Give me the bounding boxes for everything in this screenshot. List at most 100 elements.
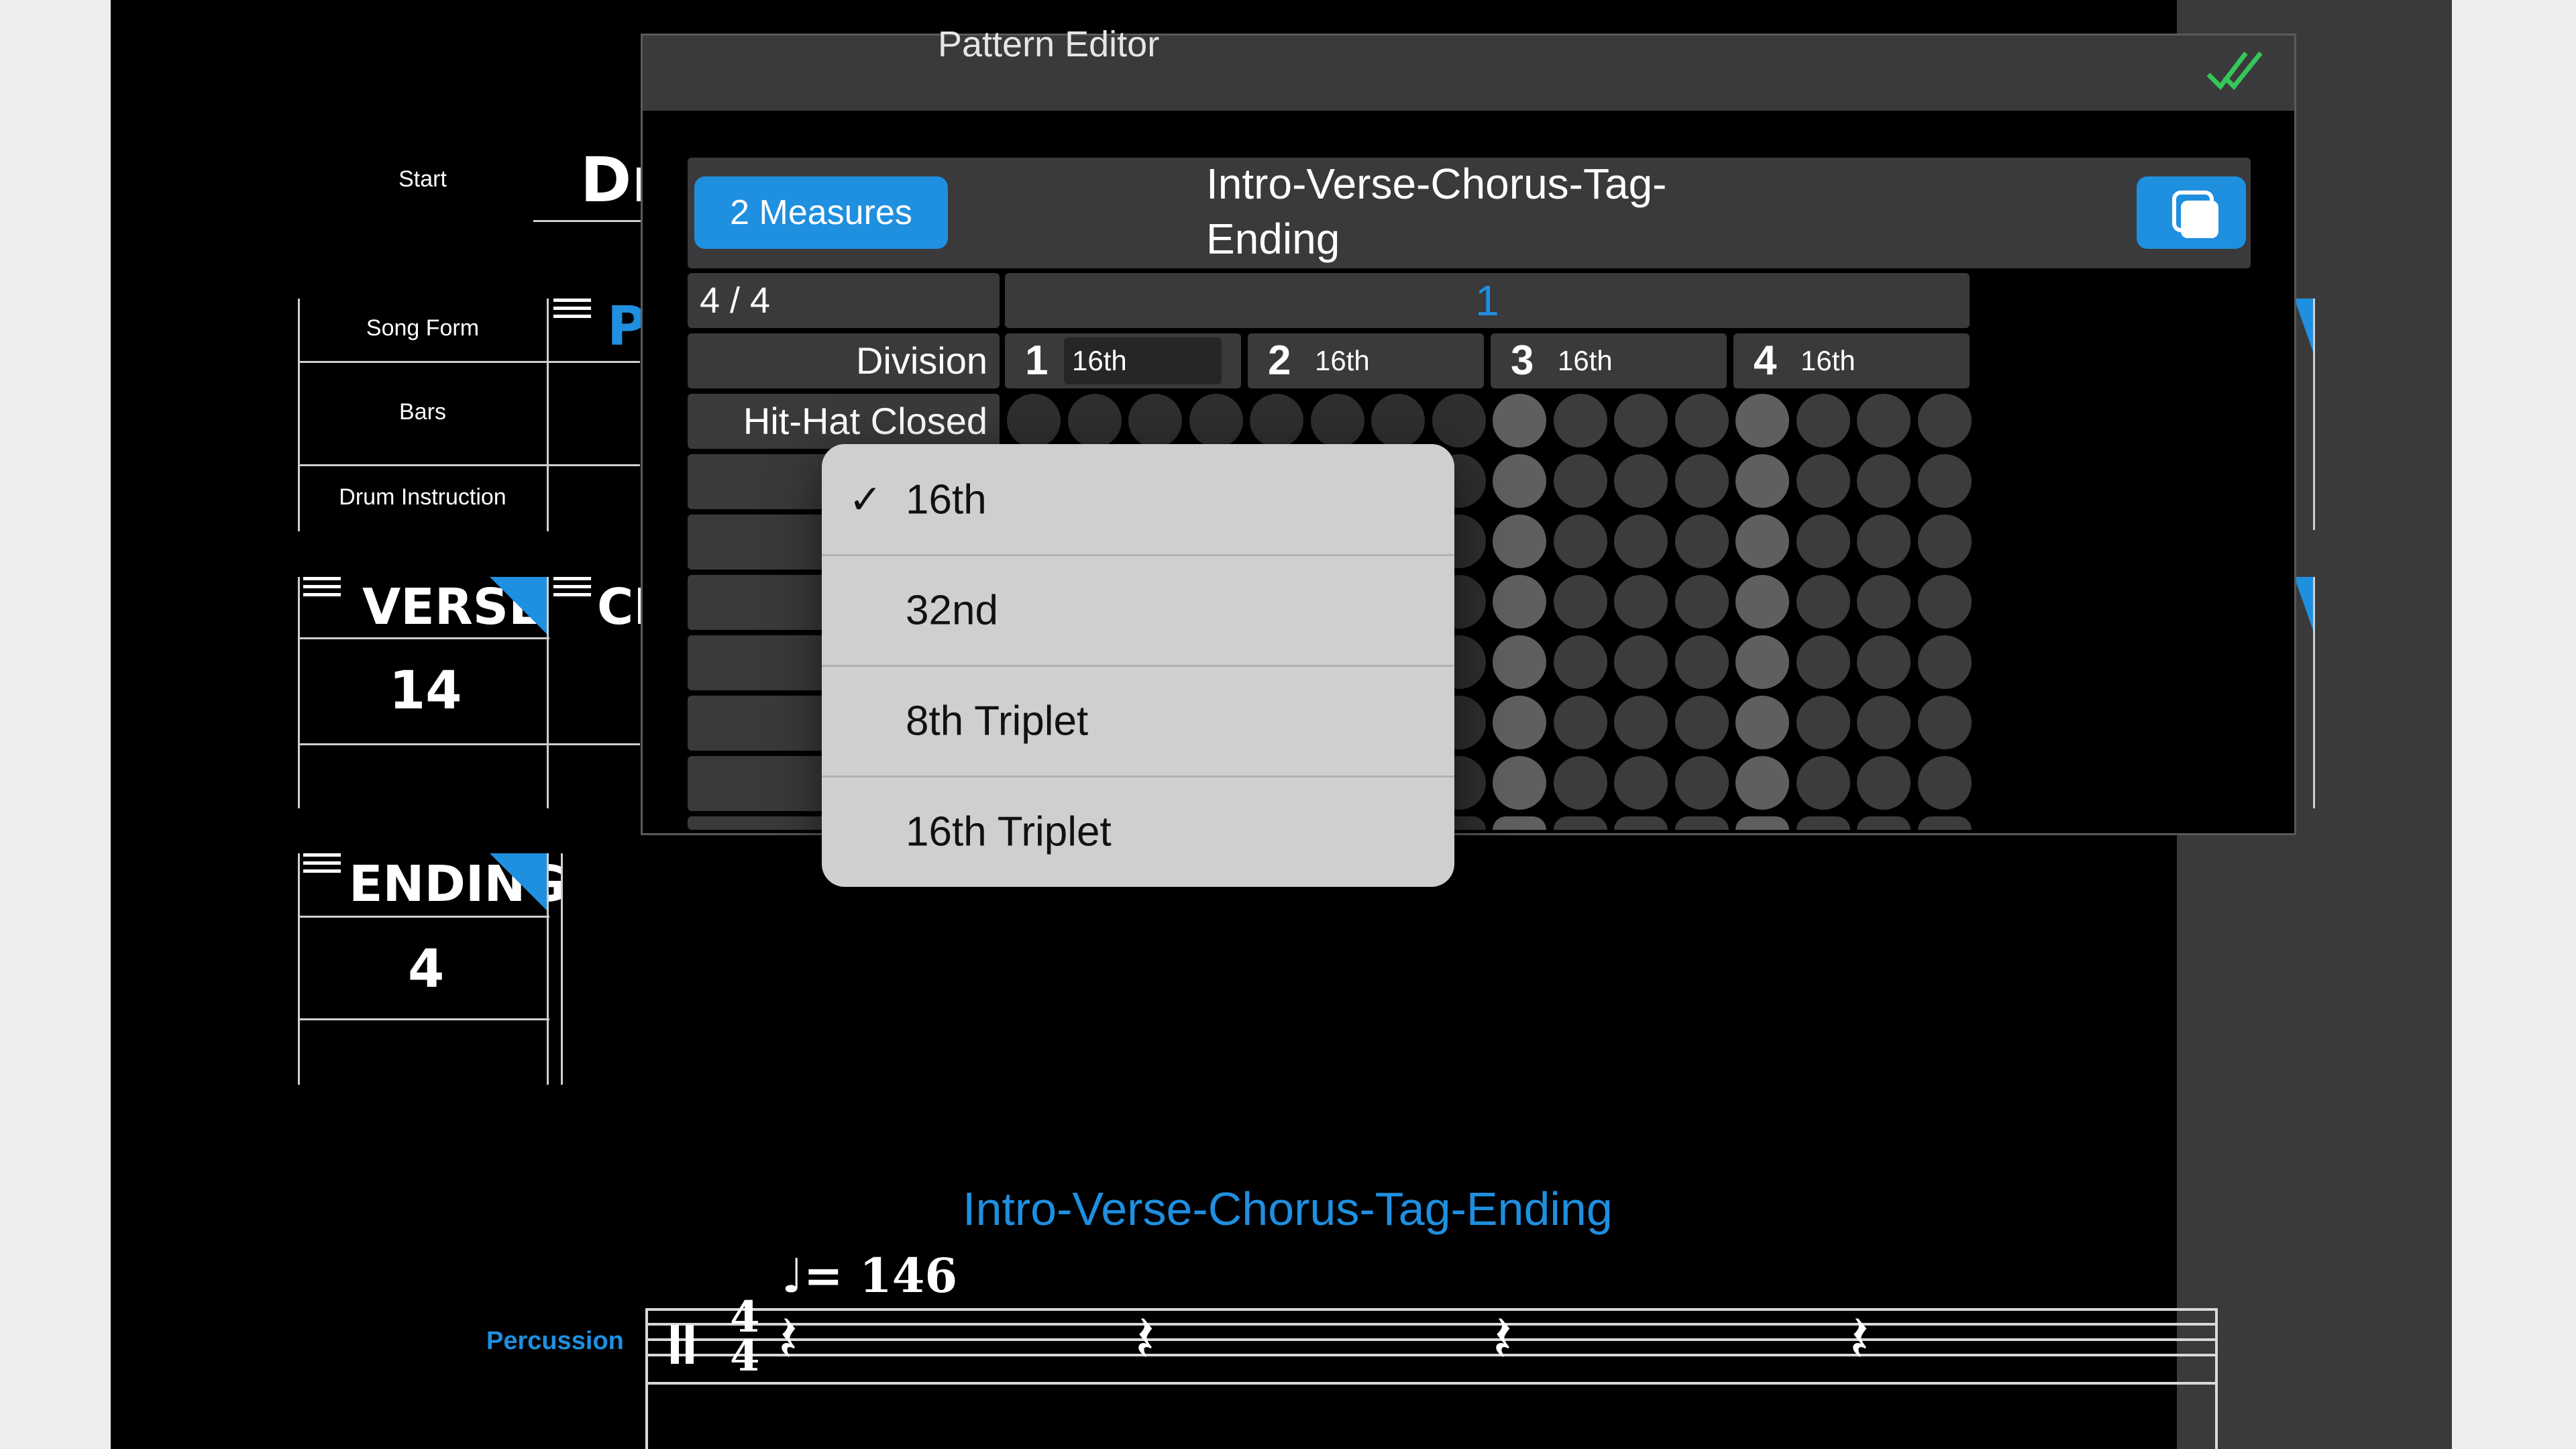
step-cell[interactable]: [1735, 515, 1789, 568]
step-cell[interactable]: [1857, 515, 1911, 568]
step-cell[interactable]: [1674, 756, 1729, 810]
step-cell[interactable]: [1553, 515, 1607, 568]
division-dropdown: ✓ 16th 32nd 8th Triplet 16th Triplet: [822, 444, 1454, 887]
step-cell[interactable]: [1857, 696, 1911, 749]
measures-button[interactable]: 2 Measures: [694, 176, 948, 249]
beat-division-selector[interactable]: 16th: [1792, 337, 1950, 384]
step-cell[interactable]: [1796, 816, 1850, 830]
step-cell[interactable]: [1553, 816, 1607, 830]
step-cell[interactable]: [1614, 635, 1668, 689]
verse-drag-handle-icon[interactable]: [303, 577, 341, 601]
step-cell[interactable]: [1735, 575, 1789, 629]
step-cell[interactable]: [1067, 394, 1122, 447]
beat-number: 3: [1511, 337, 1534, 384]
step-cell[interactable]: [1553, 575, 1607, 629]
step-cell[interactable]: [1432, 394, 1486, 447]
step-cell[interactable]: [1674, 454, 1729, 508]
step-cell[interactable]: [1674, 816, 1729, 830]
step-cell[interactable]: [1614, 756, 1668, 810]
ending-drag-handle-icon[interactable]: [303, 853, 341, 877]
step-cell[interactable]: [1493, 454, 1546, 508]
step-cell[interactable]: [1493, 816, 1546, 830]
copy-button[interactable]: [2137, 176, 2246, 249]
beat-division-selector[interactable]: 16th: [1307, 337, 1464, 384]
time-sig-bottom: 4: [730, 1331, 760, 1381]
step-cell[interactable]: [1371, 394, 1425, 447]
option-16th[interactable]: ✓ 16th: [822, 444, 1454, 555]
step-cell[interactable]: [1493, 394, 1546, 447]
step-cell[interactable]: [1614, 394, 1668, 447]
step-cell[interactable]: [1857, 635, 1911, 689]
step-cell[interactable]: [1553, 696, 1607, 749]
done-check-icon[interactable]: [2206, 48, 2266, 95]
step-cell[interactable]: [1857, 756, 1911, 810]
step-cell[interactable]: [1917, 454, 1972, 508]
step-cell[interactable]: [1007, 394, 1061, 447]
instrument-row-1[interactable]: Hit-Hat Closed: [688, 394, 1000, 449]
step-cell[interactable]: [1614, 816, 1668, 830]
step-cell[interactable]: [1796, 454, 1850, 508]
step-cell[interactable]: [1796, 515, 1850, 568]
step-cell[interactable]: [1614, 575, 1668, 629]
step-cell[interactable]: [1796, 696, 1850, 749]
step-cell[interactable]: [1917, 394, 1972, 447]
step-cell[interactable]: [1493, 515, 1546, 568]
step-cell[interactable]: [1493, 635, 1546, 689]
step-cell[interactable]: [1796, 756, 1850, 810]
step-cell[interactable]: [1614, 454, 1668, 508]
option-32nd[interactable]: 32nd: [822, 555, 1454, 665]
step-cell[interactable]: [1917, 696, 1972, 749]
step-cell[interactable]: [1128, 394, 1182, 447]
verse-bars[interactable]: 14: [389, 661, 462, 721]
step-cell[interactable]: [1796, 394, 1850, 447]
step-cell[interactable]: [1917, 816, 1972, 830]
step-cell[interactable]: [1857, 575, 1911, 629]
step-cell[interactable]: [1614, 515, 1668, 568]
step-cell[interactable]: [1917, 756, 1972, 810]
chorus-drag-handle-icon[interactable]: [553, 577, 591, 601]
step-cell[interactable]: [1553, 454, 1607, 508]
step-cell[interactable]: [1493, 756, 1546, 810]
beat-division-selector[interactable]: 16th: [1064, 337, 1222, 384]
step-cell[interactable]: [1553, 756, 1607, 810]
option-8th-triplet[interactable]: 8th Triplet: [822, 665, 1454, 776]
beat-2-cell: 2 16th: [1248, 333, 1484, 388]
step-cell[interactable]: [1917, 515, 1972, 568]
step-cell[interactable]: [1674, 696, 1729, 749]
quarter-note-icon: ♩: [782, 1248, 804, 1303]
step-cell[interactable]: [1796, 635, 1850, 689]
step-cell[interactable]: [1735, 454, 1789, 508]
step-cell[interactable]: [1917, 635, 1972, 689]
step-cell[interactable]: [1735, 816, 1789, 830]
step-cell[interactable]: [1857, 816, 1911, 830]
step-cell[interactable]: [1614, 696, 1668, 749]
step-cell[interactable]: [1735, 696, 1789, 749]
step-cell[interactable]: [1189, 394, 1243, 447]
step-cell[interactable]: [1735, 394, 1789, 447]
step-cell[interactable]: [1796, 575, 1850, 629]
step-cell[interactable]: [1493, 575, 1546, 629]
option-label: 16th: [906, 476, 987, 523]
step-cell[interactable]: [1735, 635, 1789, 689]
step-cell[interactable]: [1674, 575, 1729, 629]
option-16th-triplet[interactable]: 16th Triplet: [822, 776, 1454, 887]
right-corner-marker: [2294, 299, 2314, 356]
step-cell[interactable]: [1250, 394, 1303, 447]
step-cell[interactable]: [1674, 635, 1729, 689]
step-cell[interactable]: [1553, 635, 1607, 689]
beat-division-selector[interactable]: 16th: [1550, 337, 1707, 384]
step-cell[interactable]: [1674, 394, 1729, 447]
step-cell[interactable]: [1553, 394, 1607, 447]
step-cell[interactable]: [1493, 696, 1546, 749]
step-cell[interactable]: [1917, 575, 1972, 629]
quarter-rest-1: 𝄽: [778, 1301, 798, 1377]
step-cell[interactable]: [1674, 515, 1729, 568]
step-cell[interactable]: [1857, 454, 1911, 508]
step-cell[interactable]: [1310, 394, 1364, 447]
step-cell[interactable]: [1735, 756, 1789, 810]
ending-bars[interactable]: 4: [408, 939, 444, 1000]
step-cell[interactable]: [1857, 394, 1911, 447]
drag-handle-icon[interactable]: [553, 299, 591, 323]
beat-number: 1: [1025, 337, 1049, 384]
time-signature[interactable]: 4 / 4: [688, 273, 1000, 328]
